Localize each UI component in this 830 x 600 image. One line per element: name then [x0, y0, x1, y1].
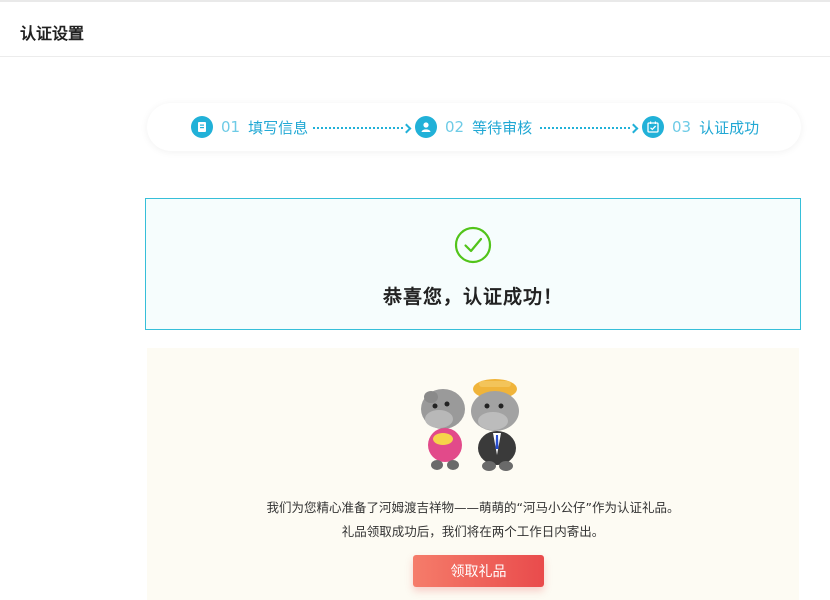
page-title: 认证设置 [20, 24, 85, 43]
gift-description: 我们为您精心准备了河姆渡吉祥物——萌萌的“河马小公仔”作为认证礼品。 [266, 500, 680, 515]
document-icon [191, 116, 213, 138]
step-success: 03 认证成功 [642, 115, 759, 139]
gift-shipping-note: 礼品领取成功后，我们将在两个工作日内寄出。 [341, 524, 605, 539]
gift-panel: 我们为您精心准备了河姆渡吉祥物——萌萌的“河马小公仔”作为认证礼品。 礼品领取成… [147, 348, 799, 600]
step-label: 等待审核 [472, 118, 533, 137]
success-panel: 恭喜您，认证成功！ [145, 198, 801, 330]
check-circle-icon [454, 226, 492, 264]
success-message: 恭喜您，认证成功！ [382, 286, 563, 308]
step-number: 03 [672, 118, 692, 136]
claim-gift-button[interactable]: 领取礼品 [413, 555, 544, 587]
hippo-mascot-image [421, 379, 519, 471]
step-number: 02 [445, 118, 465, 136]
step-connector [313, 116, 412, 140]
step-waiting-review: 02 等待审核 [415, 115, 532, 139]
step-fill-info: 01 填写信息 [191, 115, 308, 139]
chevron-right-icon [401, 123, 412, 133]
user-check-icon [415, 116, 437, 138]
step-label: 认证成功 [699, 118, 760, 137]
calendar-check-icon [642, 116, 664, 138]
step-label: 填写信息 [248, 118, 309, 137]
step-connector [540, 116, 639, 140]
chevron-right-icon [628, 123, 639, 133]
progress-steps: 01 填写信息 02 等待审核 03 认证成功 [147, 103, 801, 151]
step-number: 01 [221, 118, 241, 136]
page-header: 认证设置 [0, 0, 830, 57]
